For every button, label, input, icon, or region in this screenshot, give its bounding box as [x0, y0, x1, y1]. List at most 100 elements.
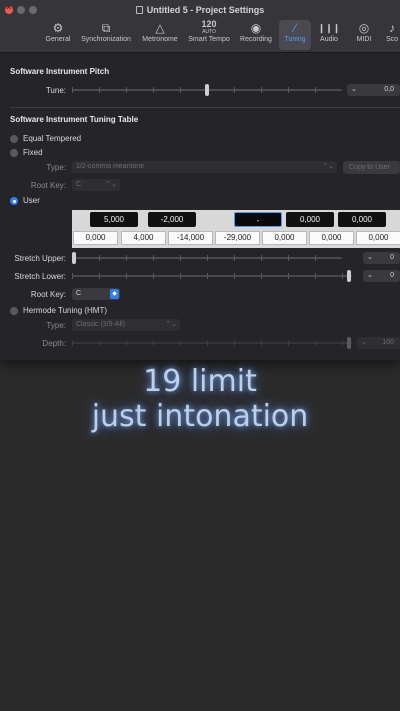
stretch-upper-ticks: [72, 255, 342, 261]
tuning-table-section-title: Software Instrument Tuning Table: [10, 115, 139, 124]
tab-general-label: General: [45, 36, 71, 43]
tab-midi[interactable]: ◎ MIDI: [350, 20, 378, 50]
chevron-updown-icon: ⌃⌄: [165, 321, 177, 328]
midi-icon: ◎: [358, 21, 370, 35]
stretch-upper-label: Stretch Upper:: [14, 254, 66, 263]
user-radio[interactable]: [10, 197, 18, 205]
section-divider: [10, 107, 400, 108]
score-icon: ♪: [389, 21, 395, 35]
depth-value: 100: [382, 339, 394, 346]
chevron-updown-icon: ◆: [110, 289, 119, 299]
white-key-cents-field[interactable]: -14,000: [168, 231, 213, 245]
stretch-upper-value: 0: [390, 254, 394, 261]
tune-value-field[interactable]: ⌄ 0,0: [347, 84, 400, 96]
white-key-cents-field[interactable]: 0,000: [309, 231, 354, 245]
stretch-lower-slider[interactable]: [72, 270, 352, 282]
hmt-type-popup[interactable]: Classic (3/5-All) ⌃⌄: [72, 319, 180, 331]
white-key-cents-field[interactable]: 4,000: [121, 231, 166, 245]
user-label: User: [23, 196, 40, 205]
depth-value-field[interactable]: ⌄ 100: [357, 337, 400, 349]
black-key-cents-field[interactable]: -2,000: [148, 212, 196, 227]
tab-smart-tempo[interactable]: 120 AUTO Smart Tempo: [185, 20, 233, 50]
equal-tempered-radio[interactable]: [10, 135, 18, 143]
tab-score-label: Sco: [385, 36, 399, 43]
tab-smart-tempo-label: Smart Tempo: [188, 36, 230, 43]
window-title-text: Untitled 5 - Project Settings: [146, 5, 265, 15]
window-title: Untitled 5 - Project Settings: [0, 5, 400, 15]
white-key-cents-field[interactable]: 0,000: [356, 231, 400, 245]
sync-icon: ⧉: [101, 21, 111, 35]
tab-audio-label: Audio: [320, 36, 338, 43]
white-key-cents-field[interactable]: -29,000: [215, 231, 260, 245]
tab-recording[interactable]: ◉ Recording: [236, 20, 276, 50]
chevron-updown-icon: ⌃⌄: [322, 163, 334, 170]
tab-score[interactable]: ♪ Sco: [384, 20, 400, 50]
stretch-lower-label: Stretch Lower:: [14, 272, 66, 281]
tune-value: 0,0: [384, 86, 394, 93]
black-key-cents-field[interactable]: 0,000: [338, 212, 386, 227]
tune-slider[interactable]: [72, 84, 342, 96]
fixed-root-key-label: Root Key:: [30, 181, 66, 190]
tab-recording-label: Recording: [240, 36, 272, 43]
chevron-down-icon[interactable]: ⌄: [361, 337, 367, 349]
equal-tempered-label: Equal Tempered: [23, 134, 82, 143]
user-root-key-popup[interactable]: C ◆: [72, 288, 120, 300]
fixed-root-key-popup[interactable]: C ⌃⌄: [72, 179, 120, 191]
fixed-radio[interactable]: [10, 149, 18, 157]
tune-slider-thumb[interactable]: [205, 84, 209, 96]
fixed-label: Fixed: [23, 148, 43, 157]
metronome-icon: △: [155, 21, 165, 35]
tune-label: Tune:: [45, 86, 66, 95]
tab-metronome-label: Metronome: [142, 36, 178, 43]
stretch-upper-value-field[interactable]: ⌄ 0: [363, 252, 400, 264]
white-key-cents-field[interactable]: 0,000: [262, 231, 307, 245]
depth-slider-ticks: [72, 340, 352, 346]
pitch-section-title: Software Instrument Pitch: [10, 67, 110, 76]
tab-audio[interactable]: ❙❙❙ Audio: [314, 20, 344, 50]
fixed-type-label: Type:: [46, 163, 66, 172]
copy-to-user-button[interactable]: Copy to User: [343, 161, 400, 174]
stretch-lower-thumb[interactable]: [347, 270, 351, 282]
document-icon: [135, 6, 143, 14]
hermode-radio[interactable]: [10, 307, 18, 315]
hmt-type-label: Type:: [46, 321, 66, 330]
fixed-root-key-value: C: [76, 181, 82, 188]
tab-general[interactable]: ⚙ General: [43, 20, 73, 50]
black-key-cents-field[interactable]: -: [234, 212, 282, 227]
chevron-updown-icon: ⌃⌄: [105, 181, 117, 188]
chevron-down-icon[interactable]: ⌄: [367, 252, 373, 264]
tab-tuning-label: Tuning: [284, 36, 306, 43]
tab-tuning[interactable]: ⁄ Tuning: [279, 20, 311, 50]
title-bar: Untitled 5 - Project Settings ⚙ General …: [0, 0, 400, 53]
tab-metronome[interactable]: △ Metronome: [138, 20, 182, 50]
hmt-type-value: Classic (3/5-All): [76, 321, 126, 328]
tab-synchronization[interactable]: ⧉ Synchronization: [78, 20, 134, 50]
stretch-upper-slider[interactable]: [72, 252, 342, 264]
tempo-icon: 120: [201, 19, 217, 29]
stretch-lower-value-field[interactable]: ⌄ 0: [363, 270, 400, 282]
record-icon: ◉: [250, 21, 262, 35]
stretch-upper-thumb[interactable]: [72, 252, 76, 264]
depth-slider-thumb[interactable]: [347, 337, 351, 349]
tab-synchronization-label: Synchronization: [81, 36, 131, 43]
gear-icon: ⚙: [52, 21, 64, 35]
stretch-lower-ticks: [72, 273, 352, 279]
project-settings-window: Untitled 5 - Project Settings ⚙ General …: [0, 0, 400, 360]
black-key-cents-field[interactable]: 0,000: [286, 212, 334, 227]
depth-label: Depth:: [42, 339, 66, 348]
waveform-icon: ❙❙❙: [317, 23, 341, 33]
tuning-fork-icon: ⁄: [293, 21, 296, 35]
fixed-type-popup[interactable]: 1/2-comma meantone ⌃⌄: [72, 161, 337, 173]
black-key-cents-field[interactable]: 5,000: [90, 212, 138, 227]
chevron-down-icon[interactable]: ⌄: [367, 270, 373, 282]
stretch-lower-value: 0: [390, 272, 394, 279]
chevron-down-icon[interactable]: ⌄: [351, 84, 357, 96]
white-key-cents-field[interactable]: 0,000: [73, 231, 118, 245]
depth-slider[interactable]: [72, 337, 352, 349]
tempo-auto-text: AUTO: [202, 29, 216, 35]
fixed-type-value: 1/2-comma meantone: [76, 163, 145, 170]
tab-midi-label: MIDI: [356, 36, 372, 43]
user-root-key-label: Root Key:: [30, 290, 66, 299]
caption-line-2: just intonation: [91, 399, 309, 434]
user-root-key-value: C: [76, 290, 82, 297]
